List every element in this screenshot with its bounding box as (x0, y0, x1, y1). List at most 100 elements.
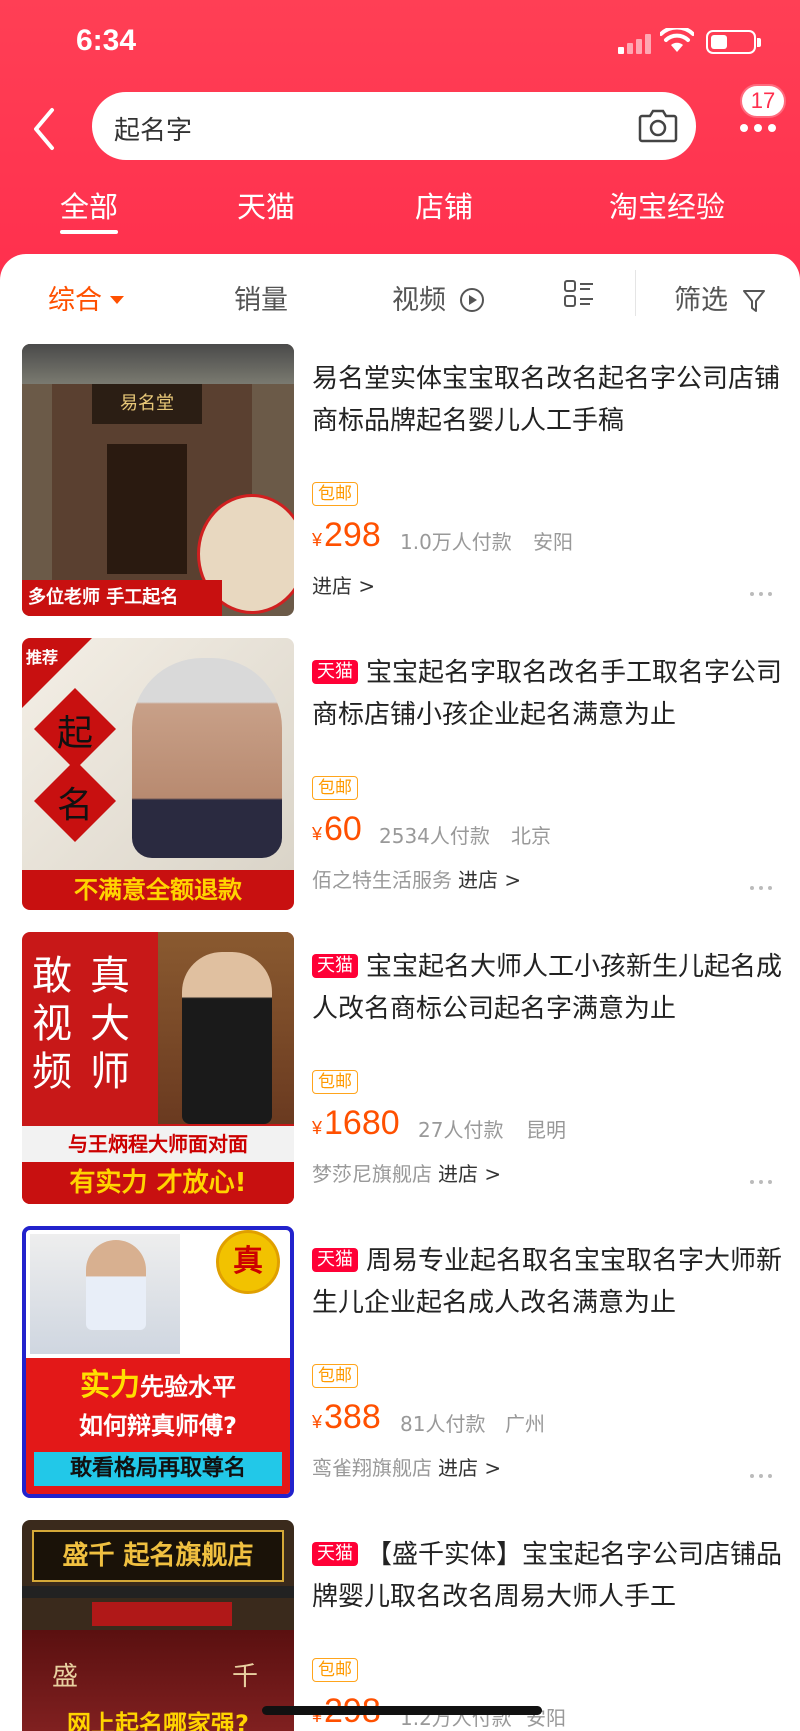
product-image[interactable]: 推荐 起 名 不满意全额退款 (22, 638, 294, 910)
image-caption: 与王炳程大师面对面 (22, 1126, 294, 1162)
product-price: ¥298 (312, 516, 381, 555)
enter-shop-link[interactable]: 进店 > (438, 1162, 501, 1186)
price-value: 298 (324, 516, 381, 554)
product-title[interactable]: 天猫 周易专业起名取名宝宝取名字大师新生儿企业起名成人改名满意为止 (312, 1240, 782, 1324)
tmall-badge: 天猫 (312, 1248, 358, 1272)
paid-count: 81人付款 (400, 1412, 486, 1436)
location: 广州 (505, 1412, 545, 1436)
price-value: 1680 (324, 1104, 400, 1142)
product-title-text: 宝宝起名字取名改名手工取名字公司商标店铺小孩企业起名满意为止 (312, 658, 783, 730)
product-card[interactable]: 真 实力先验水平 如何辩真师傅? 敢看格局再取尊名 天猫 周易专业起名取名宝宝取名… (0, 1226, 800, 1516)
search-input[interactable]: 起名字 (114, 110, 192, 147)
tmall-badge: 天猫 (312, 954, 358, 978)
image-char: 名 (56, 785, 93, 826)
layout-toggle-icon[interactable] (564, 280, 594, 308)
product-title-text: 【盛千实体】宝宝起名字公司店铺品牌婴儿取名改名周易大师人手工 (312, 1540, 783, 1612)
more-options-icon[interactable] (750, 886, 774, 892)
free-shipping-tag: 包邮 (312, 1658, 358, 1682)
product-image[interactable]: 敢视频 真大师 与王炳程大师面对面 有实力 才放心! (22, 932, 294, 1204)
filter-icon (742, 290, 765, 312)
image-caption: 敢看格局再取尊名 (34, 1452, 282, 1486)
sort-video[interactable]: 视频 (392, 278, 485, 317)
sort-divider (635, 270, 636, 316)
more-options-icon[interactable] (750, 1474, 774, 1480)
image-caption-sub: 先验水平 (140, 1373, 236, 1401)
product-title-text: 周易专业起名取名宝宝取名字大师新生儿企业起名成人改名满意为止 (312, 1246, 783, 1318)
filter-button[interactable]: 筛选 (674, 278, 765, 317)
genuine-seal: 真 (216, 1230, 280, 1294)
product-image[interactable]: 真 实力先验水平 如何辩真师傅? 敢看格局再取尊名 (22, 1226, 294, 1498)
product-card[interactable]: 易名堂 多位老师 手工起名 易名堂实体宝宝取名改名起名字公司店铺商标品牌起名婴儿… (0, 344, 800, 634)
image-caption-strong: 实力 (80, 1368, 140, 1403)
tab-shops[interactable]: 店铺 (415, 184, 473, 226)
product-image[interactable]: 盛千 起名旗舰店 盛 千 网上起名哪家强? (22, 1520, 294, 1731)
tab-all[interactable]: 全部 (60, 184, 118, 226)
free-shipping-tag: 包邮 (312, 482, 358, 506)
free-shipping-tag: 包邮 (312, 1070, 358, 1094)
message-count-badge: 17 (740, 84, 786, 118)
sort-video-label: 视频 (392, 285, 446, 316)
more-dots-icon[interactable] (740, 124, 780, 134)
enter-shop-link[interactable]: 进店 > (312, 574, 375, 598)
battery-icon (706, 30, 761, 54)
enter-shop-link[interactable]: 进店 > (458, 868, 521, 892)
tmall-badge: 天猫 (312, 660, 358, 684)
shop-name[interactable]: 梦莎尼旗舰店 (312, 1162, 432, 1186)
product-title[interactable]: 易名堂实体宝宝取名改名起名字公司店铺商标品牌起名婴儿人工手稿 (312, 358, 782, 442)
search-bar[interactable]: 起名字 (92, 92, 696, 160)
play-icon (459, 288, 484, 312)
location: 昆明 (526, 1118, 566, 1142)
product-price: ¥1680 (312, 1104, 400, 1143)
image-caption: 如何辩真师傅? (79, 1412, 237, 1440)
image-char: 千 (232, 1662, 259, 1692)
more-options-icon[interactable] (750, 1180, 774, 1186)
product-price: ¥60 (312, 810, 362, 849)
product-title-text: 易名堂实体宝宝取名改名起名字公司店铺商标品牌起名婴儿人工手稿 (312, 364, 781, 436)
shop-line: 佰之特生活服务 进店 > (312, 864, 521, 893)
shop-line: 进店 > (312, 570, 375, 599)
sort-sales[interactable]: 销量 (234, 278, 288, 317)
location: 安阳 (533, 530, 573, 554)
product-title[interactable]: 天猫 宝宝起名大师人工小孩新生儿起名成人改名商标公司起名字满意为止 (312, 946, 782, 1030)
image-caption: 实力先验水平 (26, 1360, 290, 1404)
enter-shop-link[interactable]: 进店 > (438, 1456, 501, 1480)
tab-taobao-experience[interactable]: 淘宝经验 (609, 184, 725, 226)
paid-count: 1.0万人付款 (400, 530, 512, 554)
product-title[interactable]: 天猫 宝宝起名字取名改名手工取名字公司商标店铺小孩企业起名满意为止 (312, 652, 782, 736)
product-card[interactable]: 推荐 起 名 不满意全额退款 天猫 宝宝起名字取名改名手工取名字公司商标店铺小孩企… (0, 638, 800, 928)
active-tab-indicator (60, 230, 118, 234)
back-arrow-icon[interactable] (26, 104, 66, 154)
currency-symbol: ¥ (312, 824, 323, 844)
paid-count: 27人付款 (418, 1118, 504, 1142)
home-indicator (262, 1706, 542, 1715)
shop-name[interactable]: 佰之特生活服务 (312, 868, 452, 892)
image-caption: 有实力 才放心! (22, 1162, 294, 1204)
price-value: 60 (324, 810, 362, 848)
product-image[interactable]: 易名堂 多位老师 手工起名 (22, 344, 294, 616)
free-shipping-tag: 包邮 (312, 1364, 358, 1388)
tab-tmall[interactable]: 天猫 (237, 184, 295, 226)
recommend-tag: 推荐 (26, 648, 59, 667)
product-card[interactable]: 敢视频 真大师 与王炳程大师面对面 有实力 才放心! 天猫 宝宝起名大师人工小孩新… (0, 932, 800, 1222)
status-time: 6:34 (76, 24, 137, 57)
price-value: 388 (324, 1398, 381, 1436)
paid-count: 2534人付款 (379, 824, 490, 848)
sort-general-label: 综合 (48, 285, 102, 316)
currency-symbol: ¥ (312, 530, 323, 550)
product-card[interactable]: 盛千 起名旗舰店 盛 千 网上起名哪家强? 天猫 【盛千实体】宝宝起名字公司店铺品… (0, 1520, 800, 1731)
filter-label: 筛选 (674, 285, 728, 316)
product-title-text: 宝宝起名大师人工小孩新生儿起名成人改名商标公司起名字满意为止 (312, 952, 783, 1024)
shop-sign: 易名堂 (92, 384, 202, 424)
camera-icon[interactable] (638, 106, 678, 144)
sort-general[interactable]: 综合 (48, 278, 124, 317)
tmall-badge: 天猫 (312, 1542, 358, 1566)
more-options-icon[interactable] (750, 592, 774, 598)
product-title[interactable]: 天猫 【盛千实体】宝宝起名字公司店铺品牌婴儿取名改名周易大师人手工 (312, 1534, 782, 1618)
status-bar: 6:34 (0, 0, 800, 88)
image-text: 真大师 (90, 953, 130, 1095)
image-caption: 网上起名哪家强? (67, 1710, 249, 1731)
shop-name[interactable]: 鸾雀翔旗舰店 (312, 1456, 432, 1480)
location: 北京 (511, 824, 551, 848)
shop-sign: 盛千 起名旗舰店 (32, 1530, 284, 1582)
image-text: 敢视频 (32, 953, 72, 1095)
